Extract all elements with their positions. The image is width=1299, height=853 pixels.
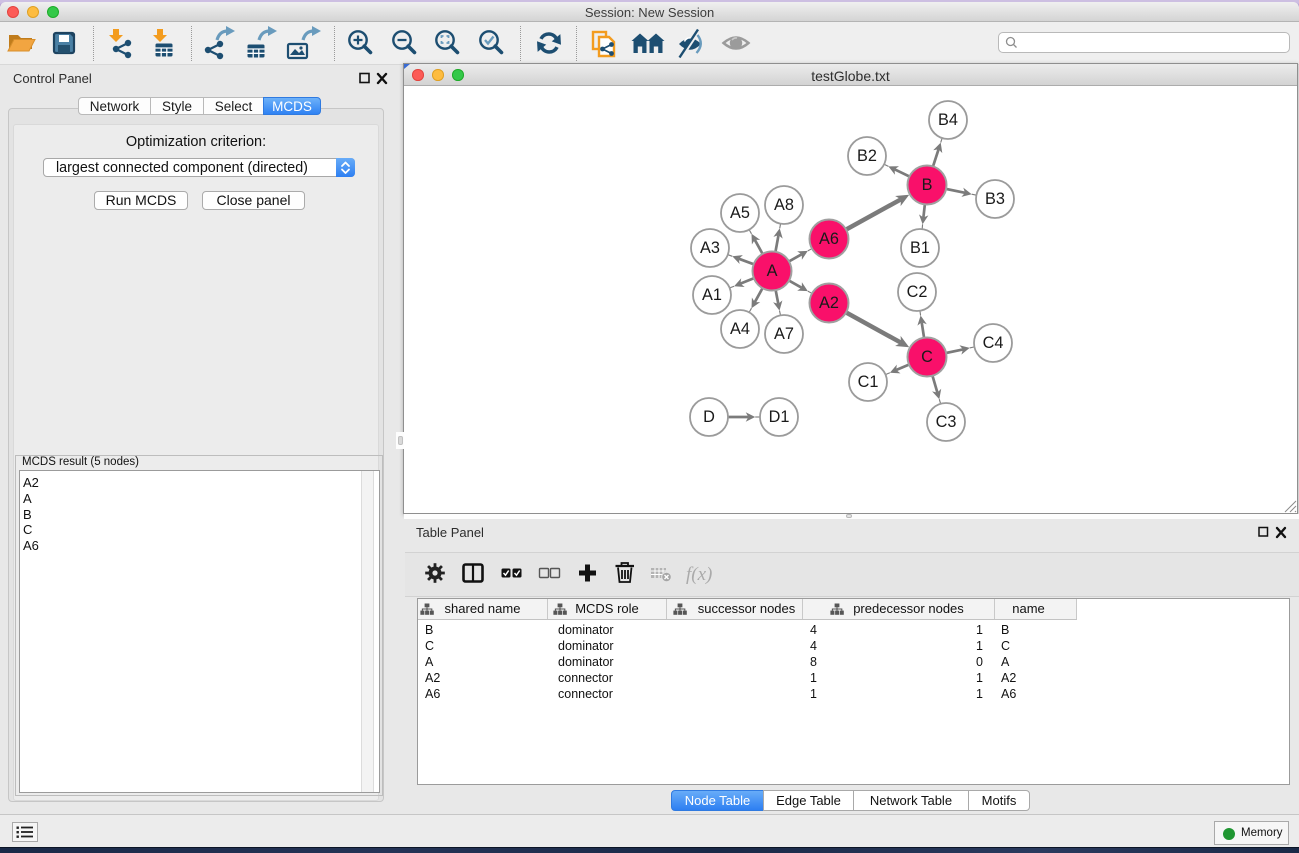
- svg-text:C3: C3: [936, 413, 957, 431]
- svg-text:A7: A7: [774, 325, 794, 343]
- svg-text:C4: C4: [983, 334, 1004, 352]
- svg-text:D1: D1: [769, 408, 790, 426]
- svg-text:C1: C1: [858, 373, 879, 391]
- svg-text:A2: A2: [819, 294, 839, 312]
- svg-text:A1: A1: [702, 286, 722, 304]
- svg-text:A5: A5: [730, 204, 750, 222]
- svg-text:B: B: [922, 176, 933, 194]
- svg-text:B3: B3: [985, 190, 1005, 208]
- svg-text:B2: B2: [857, 147, 877, 165]
- svg-text:A3: A3: [700, 239, 720, 257]
- svg-text:B1: B1: [910, 239, 930, 257]
- svg-text:B4: B4: [938, 111, 958, 129]
- svg-text:C: C: [921, 348, 933, 366]
- svg-text:A6: A6: [819, 230, 839, 248]
- svg-text:f(x): f(x): [686, 564, 712, 585]
- svg-text:D: D: [703, 408, 715, 426]
- svg-text:A8: A8: [774, 196, 794, 214]
- svg-text:A4: A4: [730, 320, 750, 338]
- svg-text:A: A: [767, 262, 778, 280]
- svg-text:C2: C2: [907, 283, 928, 301]
